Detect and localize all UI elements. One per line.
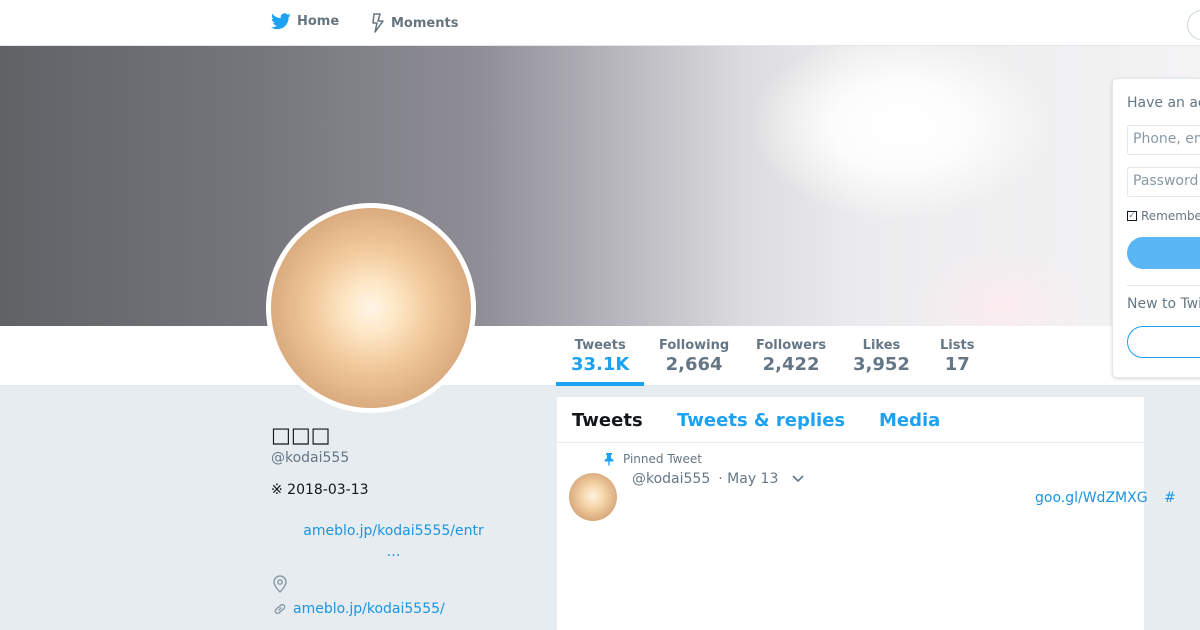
- location-pin-icon: [273, 575, 287, 593]
- login-title: Have an ac: [1127, 95, 1200, 111]
- account-menu-button[interactable]: [1187, 10, 1200, 40]
- login-button[interactable]: [1127, 237, 1200, 269]
- tweet-handle[interactable]: @kodai555: [632, 471, 710, 487]
- tweet-header: @kodai555 · May 13: [632, 471, 804, 487]
- remember-label: Remembe: [1141, 209, 1200, 223]
- remember-me[interactable]: ✓ Remembe: [1127, 209, 1200, 223]
- profile-name: □□□: [271, 423, 331, 447]
- signup-button[interactable]: [1127, 326, 1200, 358]
- bio-link-line2: …: [386, 544, 401, 560]
- checkbox-icon[interactable]: ✓: [1127, 211, 1137, 221]
- nav-moments[interactable]: Moments: [371, 13, 458, 33]
- tweet-hashtag[interactable]: #: [1164, 490, 1176, 506]
- stat-label: Following: [659, 338, 730, 353]
- tweet-date[interactable]: · May 13: [718, 471, 778, 487]
- nav-moments-label: Moments: [391, 15, 459, 31]
- stat-lists[interactable]: Lists 17: [940, 338, 974, 375]
- stat-following[interactable]: Following 2,664: [659, 338, 729, 375]
- pinned-text: Pinned Tweet: [623, 452, 702, 466]
- new-to-twitter-label: New to Twi: [1127, 296, 1200, 312]
- stat-label: Tweets: [574, 338, 626, 353]
- timeline-tabs: Tweets Tweets & replies Media: [557, 397, 1144, 443]
- profile-avatar[interactable]: [266, 203, 476, 413]
- profile-handle[interactable]: @kodai555: [271, 450, 349, 466]
- tab-tweets[interactable]: Tweets: [572, 410, 643, 431]
- active-stat-underline: [556, 382, 644, 386]
- stat-value: 17: [944, 354, 970, 375]
- stat-label: Likes: [862, 338, 901, 353]
- stat-value: 2,422: [762, 354, 820, 375]
- link-icon: [274, 603, 286, 615]
- bio-link[interactable]: ameblo.jp/kodai5555/entr …: [271, 521, 516, 563]
- profile-bio: ※ 2018-03-13: [271, 482, 369, 498]
- profile-url-text: ameblo.jp/kodai5555/: [293, 601, 445, 617]
- nav-home-label: Home: [297, 14, 340, 29]
- profile-banner: [0, 46, 1200, 326]
- login-panel: Have an ac Phone, em Password ✓ Remembe …: [1112, 78, 1200, 378]
- avatar-image: [271, 208, 471, 408]
- tweet-avatar[interactable]: [569, 473, 617, 521]
- nav-home[interactable]: Home: [271, 13, 339, 30]
- stat-value: 3,952: [853, 354, 910, 375]
- tab-tweets-replies[interactable]: Tweets & replies: [677, 410, 845, 431]
- profile-url[interactable]: ameblo.jp/kodai5555/: [272, 601, 445, 617]
- timeline: Tweets Tweets & replies Media Pinned Twe…: [557, 397, 1176, 630]
- username-field[interactable]: Phone, em: [1127, 125, 1200, 155]
- stat-label: Lists: [940, 338, 975, 353]
- pinned-tweet-label: Pinned Tweet: [603, 452, 702, 466]
- stat-value: 33.1K: [571, 354, 630, 375]
- pin-icon: [604, 453, 614, 466]
- twitter-bird-icon: [271, 13, 291, 30]
- password-field[interactable]: Password: [1127, 167, 1200, 197]
- lightning-bolt-icon: [372, 13, 384, 33]
- stat-followers[interactable]: Followers 2,422: [756, 338, 826, 375]
- tweet-link[interactable]: goo.gl/WdZMXG: [1035, 490, 1148, 506]
- profile-stats-nav: Tweets 33.1K Following 2,664 Followers 2…: [0, 326, 1200, 386]
- stat-label: Followers: [756, 338, 827, 353]
- login-divider: [1127, 285, 1200, 286]
- tab-media[interactable]: Media: [879, 410, 940, 431]
- stat-likes[interactable]: Likes 3,952: [853, 338, 910, 375]
- top-nav-bar: Home Moments: [0, 0, 1200, 46]
- chevron-down-icon[interactable]: [792, 475, 804, 483]
- bio-link-line1: ameblo.jp/kodai5555/entr: [303, 523, 484, 539]
- stat-tweets[interactable]: Tweets 33.1K: [571, 338, 629, 375]
- stat-value: 2,664: [665, 354, 723, 375]
